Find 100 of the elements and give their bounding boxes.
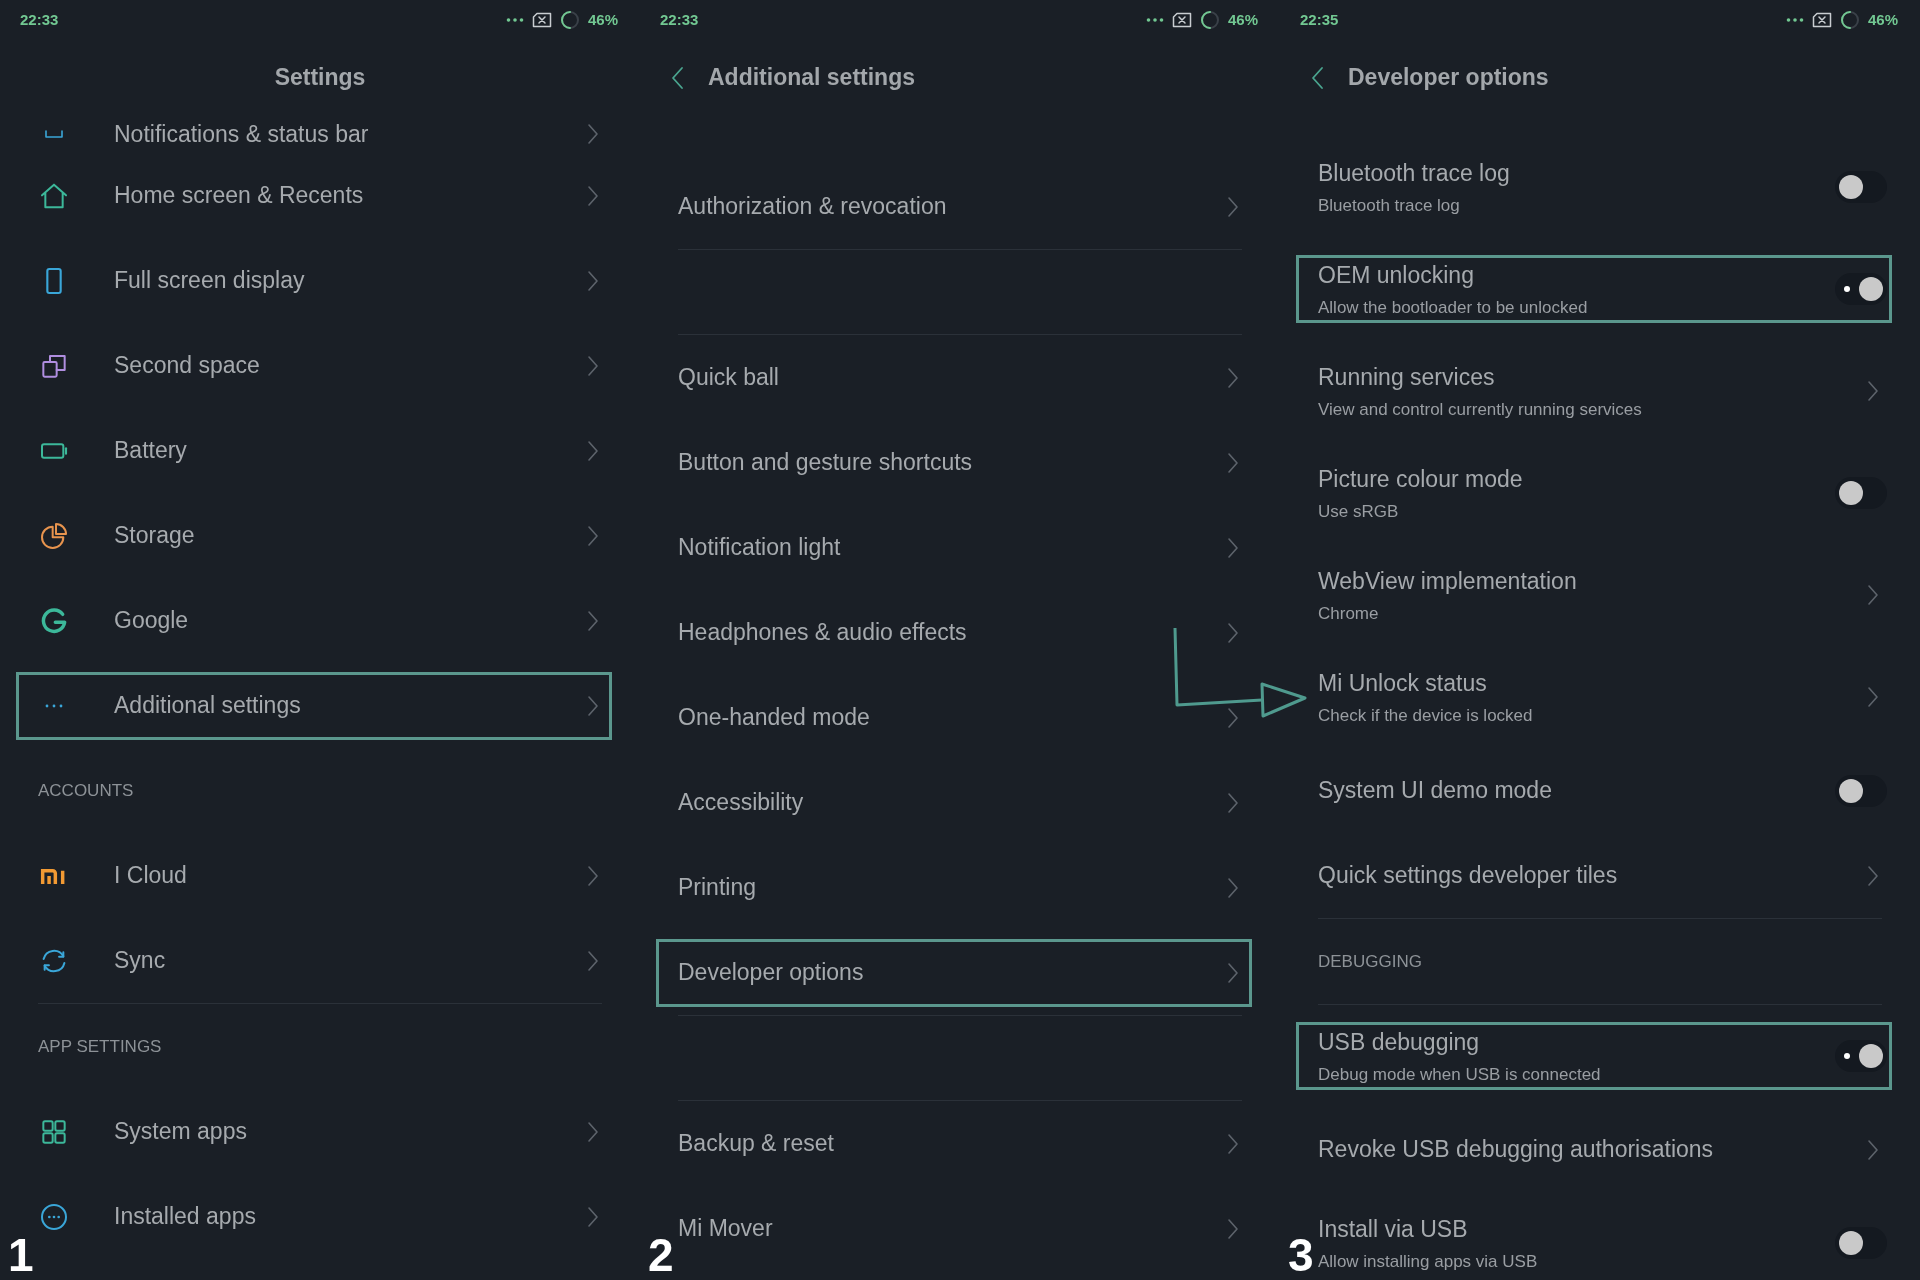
item-description: Debug mode when USB is connected xyxy=(1318,1063,1602,1086)
screen-title: Settings xyxy=(274,63,366,93)
toggle-row[interactable]: System UI demo mode xyxy=(1318,756,1889,825)
chevron-right-icon xyxy=(1867,584,1879,606)
toggle-switch[interactable] xyxy=(1835,774,1887,807)
settings-item[interactable]: Installed apps xyxy=(38,1182,609,1251)
chevron-right-icon xyxy=(1867,864,1879,887)
settings-item[interactable]: Quick ball xyxy=(678,343,1249,412)
chevron-right-icon xyxy=(1867,686,1879,708)
settings-item[interactable]: Notification light xyxy=(678,513,1249,582)
status-time: 22:35 xyxy=(1300,9,1339,30)
chevron-right-icon xyxy=(1227,791,1239,814)
chevron-right-icon xyxy=(587,1205,599,1228)
chevron-right-icon xyxy=(587,524,599,547)
item-description: Check if the device is locked xyxy=(1318,704,1534,727)
chevron-right-icon xyxy=(1867,1138,1879,1161)
screen-title: Additional settings xyxy=(708,63,915,93)
toggle-row[interactable]: Install via USB Allow installing apps via USB xyxy=(1318,1209,1889,1277)
chevron-right-icon xyxy=(1227,1132,1239,1155)
settings-item[interactable]: Revoke USB debugging authorisations xyxy=(1318,1115,1889,1184)
settings-item[interactable]: Mi Mover xyxy=(678,1194,1249,1263)
toggle-row[interactable]: Bluetooth trace log Bluetooth trace log xyxy=(1318,153,1889,221)
item-description: Use sRGB xyxy=(1318,500,1400,523)
settings-item[interactable]: Google xyxy=(38,586,609,655)
settings-item[interactable]: Second space xyxy=(38,331,609,400)
back-icon[interactable] xyxy=(670,65,684,90)
chevron-right-icon xyxy=(1227,876,1239,899)
status-time: 22:33 xyxy=(20,9,59,30)
toggle-switch[interactable] xyxy=(1835,1227,1887,1259)
panel-number: 1 xyxy=(8,1232,34,1278)
settings-item[interactable]: Headphones & audio effects xyxy=(678,598,1249,667)
toggle-switch[interactable] xyxy=(1835,1040,1887,1072)
settings-item[interactable]: Storage xyxy=(38,501,609,570)
chevron-right-icon xyxy=(587,269,599,292)
more-dots-icon xyxy=(1145,17,1164,23)
battery-percent: 46% xyxy=(1227,9,1258,30)
settings-item[interactable]: Authorization & revocation xyxy=(678,172,1249,241)
toggle-row[interactable]: USB debugging Debug mode when USB is connected xyxy=(1296,1022,1892,1090)
panel-number: 3 xyxy=(1288,1232,1314,1278)
settings-item[interactable]: Quick settings developer tiles xyxy=(1318,841,1889,910)
chevron-right-icon xyxy=(1227,195,1239,218)
settings-item[interactable]: System apps xyxy=(38,1097,609,1166)
chevron-right-icon xyxy=(587,694,599,717)
panel-number: 2 xyxy=(648,1232,674,1278)
toggle-switch[interactable] xyxy=(1835,171,1887,203)
circle-progress-icon xyxy=(1199,10,1220,30)
settings-item[interactable]: Home screen & Recents xyxy=(38,161,609,230)
chevron-right-icon xyxy=(1227,366,1239,389)
chevron-right-icon xyxy=(587,949,599,972)
settings-item[interactable]: Running services View and control currently running services xyxy=(1318,357,1889,425)
toggle-row[interactable]: Picture colour mode Use sRGB xyxy=(1318,459,1889,527)
battery-percent: 46% xyxy=(1867,9,1898,30)
section-header: DEBUGGING xyxy=(1317,951,1422,973)
settings-item[interactable]: One-handed mode xyxy=(678,683,1249,752)
x-box-icon xyxy=(531,12,552,28)
item-description: Allow installing apps via USB xyxy=(1318,1250,1539,1273)
settings-item[interactable]: Printing xyxy=(678,853,1249,922)
toggle-row[interactable]: OEM unlocking Allow the bootloader to be unlocked xyxy=(1296,255,1892,323)
settings-item[interactable]: Sync xyxy=(38,926,609,995)
settings-item[interactable]: Additional settings xyxy=(16,671,612,740)
chevron-right-icon xyxy=(1867,380,1879,402)
section-header: ACCOUNTS xyxy=(37,780,134,802)
chevron-right-icon xyxy=(1227,961,1239,984)
settings-item[interactable]: Accessibility xyxy=(678,768,1249,837)
item-description: Allow the bootloader to be unlocked xyxy=(1318,296,1589,319)
item-description: View and control currently running services xyxy=(1318,398,1643,421)
settings-item[interactable]: Battery xyxy=(38,416,609,485)
chevron-right-icon xyxy=(587,123,599,145)
x-box-icon xyxy=(1171,12,1192,28)
chevron-right-icon xyxy=(1227,1217,1239,1240)
item-description: Chrome xyxy=(1318,602,1380,625)
chevron-right-icon xyxy=(587,864,599,887)
settings-item[interactable]: Full screen display xyxy=(38,246,609,315)
settings-item[interactable]: Notifications & status bar xyxy=(38,115,609,153)
chevron-right-icon xyxy=(587,1120,599,1143)
chevron-right-icon xyxy=(1227,536,1239,559)
toggle-switch[interactable] xyxy=(1835,273,1887,305)
more-dots-icon xyxy=(1785,17,1804,23)
back-icon[interactable] xyxy=(1310,65,1324,90)
battery-percent: 46% xyxy=(587,9,618,30)
circle-progress-icon xyxy=(1839,10,1860,30)
section-header: APP SETTINGS xyxy=(37,1036,162,1058)
x-box-icon xyxy=(1811,12,1832,28)
settings-item[interactable]: WebView implementation Chrome xyxy=(1318,561,1889,629)
settings-item[interactable]: Mi Unlock status Check if the device is locked xyxy=(1318,663,1889,731)
settings-item[interactable]: Button and gesture shortcuts xyxy=(678,428,1249,497)
chevron-right-icon xyxy=(1227,706,1239,729)
chevron-right-icon xyxy=(587,609,599,632)
chevron-right-icon xyxy=(587,184,599,207)
item-description: Bluetooth trace log xyxy=(1318,194,1461,217)
settings-item[interactable]: Developer options xyxy=(656,938,1252,1007)
status-time: 22:33 xyxy=(660,9,699,30)
toggle-switch[interactable] xyxy=(1835,477,1887,509)
screen-title: Developer options xyxy=(1348,63,1549,93)
settings-item[interactable]: I Cloud xyxy=(38,841,609,910)
chevron-right-icon xyxy=(587,439,599,462)
chevron-right-icon xyxy=(1227,621,1239,644)
settings-item[interactable]: Backup & reset xyxy=(678,1109,1249,1178)
more-dots-icon xyxy=(505,17,524,23)
chevron-right-icon xyxy=(587,354,599,377)
